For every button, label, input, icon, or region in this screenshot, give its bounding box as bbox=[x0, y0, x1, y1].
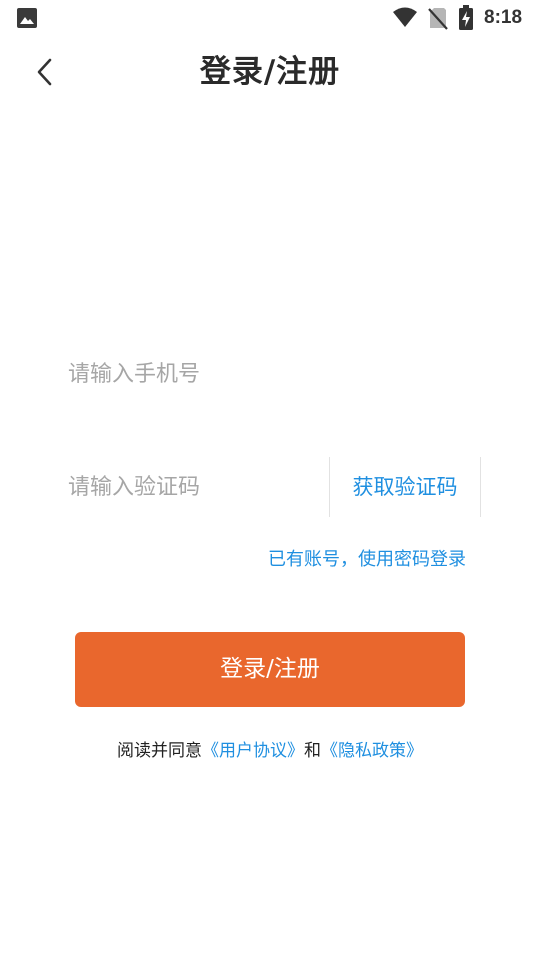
privacy-policy-link[interactable]: 《隐私政策》 bbox=[321, 741, 423, 761]
code-divider-right bbox=[480, 457, 481, 517]
battery-charging-icon bbox=[459, 5, 473, 30]
page-title: 登录/注册 bbox=[199, 54, 341, 90]
status-time: 8:18 bbox=[484, 7, 523, 28]
verification-code-input[interactable] bbox=[68, 463, 318, 511]
password-login-link[interactable]: 已有账号，使用密码登录 bbox=[200, 545, 466, 575]
agreement-conjunction: 和 bbox=[304, 741, 321, 761]
phone-input[interactable] bbox=[68, 350, 468, 398]
no-sim-icon bbox=[428, 8, 448, 30]
login-register-button[interactable]: 登录/注册 bbox=[75, 632, 465, 707]
gallery-icon bbox=[17, 8, 37, 28]
agreement-row: 阅读并同意《用户协议》和《隐私政策》 bbox=[0, 736, 540, 766]
user-agreement-link[interactable]: 《用户协议》 bbox=[202, 741, 304, 761]
get-code-button[interactable]: 获取验证码 bbox=[330, 457, 480, 517]
status-bar: 8:18 bbox=[0, 0, 540, 36]
agreement-prefix: 阅读并同意 bbox=[117, 741, 202, 761]
wifi-icon bbox=[393, 7, 417, 27]
